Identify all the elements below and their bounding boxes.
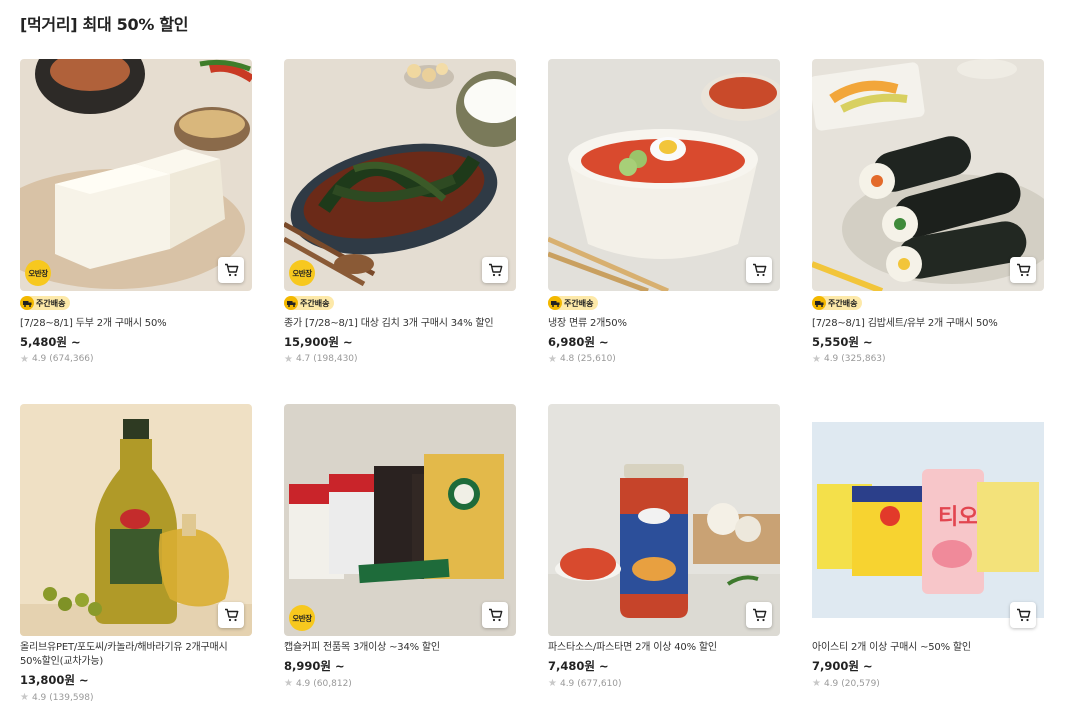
- product-image-iced-tea[interactable]: 티오: [812, 404, 1044, 636]
- weekly-delivery-label: 주간배송: [300, 298, 330, 308]
- review-count: (198,430): [313, 354, 358, 364]
- product-name[interactable]: 냉장 면류 2개50%: [548, 317, 780, 331]
- rating-value: 4.9: [31, 354, 47, 364]
- rating-value: 4.9: [823, 678, 839, 689]
- product-name[interactable]: 아이스티 2개 이상 구매시 ~50% 할인: [812, 641, 1044, 655]
- product-rating: ★ 4.7 (198,430): [284, 354, 516, 365]
- add-to-cart-button[interactable]: [218, 257, 244, 283]
- weekly-delivery-badge: 주간배송: [20, 296, 71, 310]
- add-to-cart-button[interactable]: [482, 602, 508, 628]
- truck-icon: [284, 296, 298, 310]
- truck-icon: [20, 296, 34, 310]
- review-count: (25,610): [577, 354, 616, 364]
- rating-value: 4.9: [559, 678, 575, 689]
- review-count: (139,598): [49, 692, 94, 703]
- rating-value: 4.9: [823, 354, 839, 364]
- weekly-delivery-badge: 주간배송: [284, 296, 335, 310]
- add-to-cart-button[interactable]: [218, 602, 244, 628]
- product-price: 13,800원 ~: [20, 673, 89, 687]
- product-price: 6,980원 ~: [548, 334, 609, 349]
- product-image-capsule-coffee[interactable]: 오반장: [284, 404, 516, 636]
- cart-icon: [1016, 608, 1030, 622]
- product-card[interactable]: 주간배송 냉장 면류 2개50% 6,980원 ~ ★ 4.8 (25,610): [548, 59, 780, 365]
- product-rating: ★ 4.8 (25,610): [548, 354, 780, 365]
- weekly-delivery-label: 주간배송: [564, 298, 594, 308]
- add-to-cart-button[interactable]: [482, 257, 508, 283]
- product-name[interactable]: [7/28~8/1] 두부 2개 구매시 50%: [20, 317, 252, 331]
- star-icon: ★: [284, 678, 293, 689]
- review-count: (20,579): [841, 678, 880, 689]
- review-count: (677,610): [577, 678, 622, 689]
- product-price: 15,900원 ~: [284, 334, 353, 349]
- weekly-delivery-label: 주간배송: [828, 298, 858, 308]
- cart-icon: [488, 263, 502, 277]
- product-image-gimbap[interactable]: [812, 59, 1044, 291]
- product-card[interactable]: 주간배송 [7/28~8/1] 김밥세트/유부 2개 구매시 50% 5,550…: [812, 59, 1044, 365]
- review-count: (325,863): [841, 354, 886, 364]
- review-count: (674,366): [49, 354, 94, 364]
- add-to-cart-button[interactable]: [746, 602, 772, 628]
- product-rating: ★ 4.9 (60,812): [284, 678, 516, 689]
- svg-text:티오: 티오: [938, 504, 978, 529]
- weekly-delivery-label: 주간배송: [36, 298, 66, 308]
- rating-value: 4.7: [295, 354, 311, 364]
- product-price: 5,550원 ~: [812, 334, 873, 349]
- review-count: (60,812): [313, 678, 352, 689]
- product-card[interactable]: 티오 아이스티 2개 이상 구매시 ~50% 할인 7,900원 ~ ★ 4.9(…: [812, 404, 1044, 689]
- obanjang-badge: 오반장: [25, 260, 51, 286]
- product-card[interactable]: 오반장 주간배송 [7/28~8/1] 두부 2개 구매시 50% 5,480원…: [20, 59, 252, 365]
- weekly-delivery-badge: 주간배송: [812, 296, 863, 310]
- product-rating: ★ 4.9 (139,598): [20, 692, 252, 703]
- product-card[interactable]: 오반장 캡슐커피 전품목 3개이상 ~34% 할인 8,990원 ~ ★ 4.9(…: [284, 404, 516, 689]
- star-icon: ★: [812, 678, 821, 689]
- star-icon: ★: [20, 353, 29, 365]
- add-to-cart-button[interactable]: [746, 257, 772, 283]
- star-icon: ★: [284, 353, 293, 365]
- product-name[interactable]: [7/28~8/1] 김밥세트/유부 2개 구매시 50%: [812, 317, 1044, 331]
- product-name[interactable]: 올리브유PET/포도씨/카놀라/해바라기유 2개구매시 50%할인(교차가능): [20, 641, 252, 669]
- product-image-pasta-sauce[interactable]: [548, 404, 780, 636]
- product-price: 7,480원 ~: [548, 659, 609, 673]
- product-image-olive-oil[interactable]: [20, 404, 252, 636]
- product-price: 5,480원 ~: [20, 334, 81, 349]
- rating-value: 4.9: [295, 678, 311, 689]
- add-to-cart-button[interactable]: [1010, 257, 1036, 283]
- cart-icon: [224, 608, 238, 622]
- product-image-cold-noodles[interactable]: [548, 59, 780, 291]
- star-icon: ★: [548, 353, 557, 365]
- product-image-tofu[interactable]: 오반장: [20, 59, 252, 291]
- product-rating: ★ 4.9 (677,610): [548, 678, 780, 689]
- cart-icon: [752, 608, 766, 622]
- rating-value: 4.9: [31, 692, 47, 703]
- product-card[interactable]: 파스타소스/파스타면 2개 이상 40% 할인 7,480원 ~ ★ 4.9 (67…: [548, 404, 780, 689]
- truck-icon: [548, 296, 562, 310]
- section-title: [먹거리] 최대 50% 할인: [20, 15, 189, 34]
- star-icon: ★: [20, 692, 29, 703]
- product-rating: ★ 4.9 (674,366): [20, 354, 252, 365]
- product-rating: ★ 4.9 (20,579): [812, 678, 1044, 689]
- truck-icon: [812, 296, 826, 310]
- product-card[interactable]: 오반장 주간배송 종가 [7/28~8/1] 대상 김치 3개 구매시 34% …: [284, 59, 516, 365]
- product-price: 8,990원 ~: [284, 659, 345, 673]
- obanjang-badge: 오반장: [289, 260, 315, 286]
- product-name[interactable]: 종가 [7/28~8/1] 대상 김치 3개 구매시 34% 할인: [284, 317, 516, 331]
- obanjang-badge: 오반장: [289, 605, 315, 631]
- cart-icon: [1016, 263, 1030, 277]
- product-card[interactable]: 올리브유PET/포도씨/카놀라/해바라기유 2개구매시 50%할인(교차가능) …: [20, 404, 252, 703]
- rating-value: 4.8: [559, 354, 575, 364]
- weekly-delivery-badge: 주간배송: [548, 296, 599, 310]
- cart-icon: [752, 263, 766, 277]
- cart-icon: [488, 608, 502, 622]
- product-rating: ★ 4.9 (325,863): [812, 354, 1044, 365]
- product-image-kimchi[interactable]: 오반장: [284, 59, 516, 291]
- product-name[interactable]: 캡슐커피 전품목 3개이상 ~34% 할인: [284, 641, 516, 655]
- add-to-cart-button[interactable]: [1010, 602, 1036, 628]
- star-icon: ★: [812, 353, 821, 365]
- star-icon: ★: [548, 678, 557, 689]
- cart-icon: [224, 263, 238, 277]
- product-price: 7,900원 ~: [812, 659, 873, 673]
- product-name[interactable]: 파스타소스/파스타면 2개 이상 40% 할인: [548, 641, 780, 655]
